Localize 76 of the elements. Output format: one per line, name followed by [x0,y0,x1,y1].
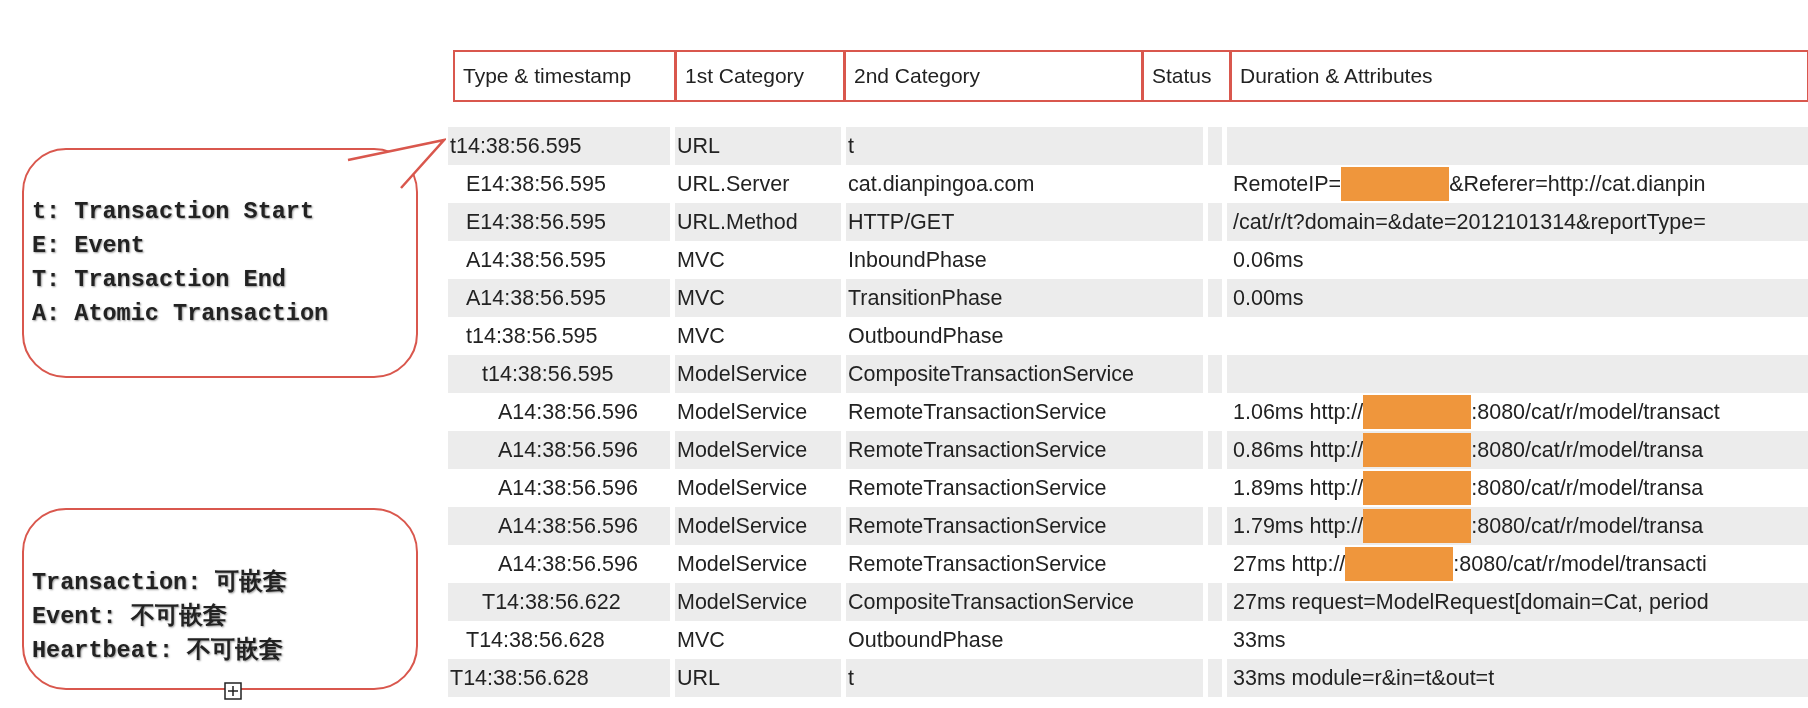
table-cell-text: t14:38:56.595 [465,322,599,350]
attribute-text: :8080/cat/r/model/transacti [1453,551,1707,577]
table-cell-text: A14:38:56.596 [497,398,639,426]
table-cell: A14:38:56.595 [448,279,670,317]
table-cell-text: MVC [676,246,726,274]
table-cell-text: A14:38:56.596 [497,550,639,578]
table-cell: CompositeTransactionService [846,583,1203,621]
table-cell-text: InboundPhase [847,246,988,274]
legend-line: t: Transaction Start [32,197,316,227]
table-cell-text: OutboundPhase [847,322,1005,350]
table-cell-text: E14:38:56.595 [465,170,607,198]
table-cell: MVC [675,279,841,317]
legend-line: Heartbeat: 不可嵌套 [32,635,285,666]
legend-line: E: Event [32,231,146,261]
column-header: Status [1142,50,1230,102]
table-cell-text: T14:38:56.628 [465,626,606,654]
attribute-text: :8080/cat/r/model/transa [1471,437,1704,463]
legend-line: Transaction: 可嵌套 [32,567,289,598]
table-cell-text: OutboundPhase [847,626,1005,654]
attribute-text: :8080/cat/r/model/transa [1471,475,1704,501]
column-header: 2nd Category [844,50,1142,102]
legend-line: A: Atomic Transaction [32,299,330,329]
table-cell-text: ModelService [676,550,809,578]
table-cell: t14:38:56.595 [448,127,670,165]
attribute-text: 0.86ms http:// [1233,437,1364,463]
attribute-text: 0.00ms [1233,285,1304,311]
table-cell-text: A14:38:56.596 [497,474,639,502]
attribute-text: 1.06ms http:// [1233,399,1364,425]
column-header: 1st Category [675,50,844,102]
table-cell: A14:38:56.596 [448,507,670,545]
attribute-text: 1.89ms http:// [1233,475,1364,501]
table-cell: T14:38:56.628 [448,659,670,697]
table-cell-text: RemoteTransactionService [847,398,1108,426]
table-cell-text: ModelService [676,398,809,426]
table-cell-text: RemoteTransactionService [847,474,1108,502]
table-cell: URL [675,659,841,697]
attribute-text: 27ms http:// [1233,551,1346,577]
table-cell-text: RemoteTransactionService [847,550,1108,578]
attribute-text: :8080/cat/r/model/transa [1471,513,1704,539]
table-cell: E14:38:56.595 [448,203,670,241]
table-cell: ModelService [675,507,841,545]
table-cell: TransitionPhase [846,279,1203,317]
attribute-text: 33ms [1233,627,1286,653]
legend-line: T: Transaction End [32,265,287,295]
attribute-text: RemoteIP= [1233,171,1342,197]
table-cell: ModelService [675,355,841,393]
attribute-text: /cat/r/t?domain=&date=2012101314&reportType= [1233,209,1706,235]
attribute-text: 33ms module=r&in=t&out=t [1233,665,1495,691]
attribute-text: :8080/cat/r/model/transact [1471,399,1720,425]
table-cell-text: A14:38:56.595 [465,246,607,274]
table-cell: ModelService [675,431,841,469]
table-cell: HTTP/GET [846,203,1203,241]
expand-handle-icon [224,682,242,700]
legend-line: Event: 不可嵌套 [32,601,228,632]
attribute-text: 1.79ms http:// [1233,513,1364,539]
table-cell: T14:38:56.622 [448,583,670,621]
attribute-text: 27ms request=ModelRequest[domain=Cat, period [1233,589,1709,615]
table-cell-text: URL.Server [676,170,791,198]
table-cell: RemoteTransactionService [846,507,1203,545]
table-cell: t [846,127,1203,165]
table-cell: A14:38:56.596 [448,431,670,469]
table-cell: t [846,659,1203,697]
column-header: Type & timestamp [453,50,675,102]
table-cell: RemoteTransactionService [846,431,1203,469]
table-cell-text: MVC [676,626,726,654]
table-cell: URL [675,127,841,165]
column-header: Duration & Attributes [1230,50,1808,102]
attribute-text: 0.06ms [1233,247,1304,273]
table-cell-text: MVC [676,322,726,350]
table-cell: t14:38:56.595 [448,355,670,393]
table-cell: URL.Method [675,203,841,241]
table-cell-text: ModelService [676,474,809,502]
attribute-text: &Referer=http://cat.dianpin [1449,171,1706,197]
table-cell: CompositeTransactionService [846,355,1203,393]
table-cell: ModelService [675,583,841,621]
table-cell-text: cat.dianpingoa.com [847,170,1036,198]
